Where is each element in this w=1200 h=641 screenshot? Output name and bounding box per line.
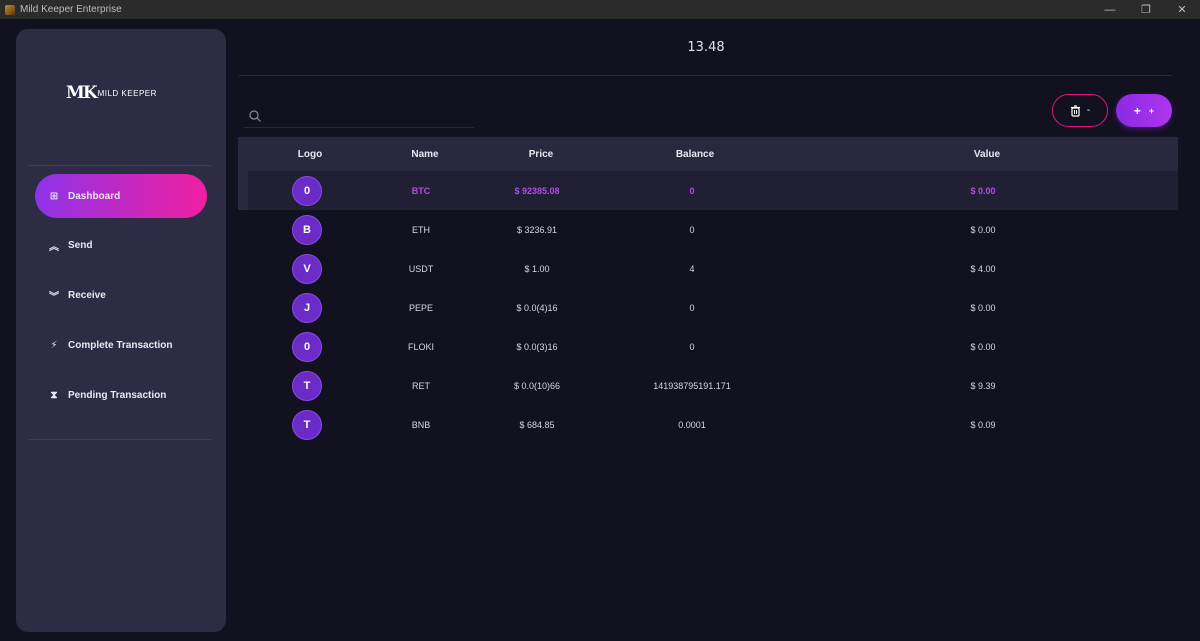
window-controls: — ❐ ✕	[1092, 0, 1200, 19]
total-balance: 13.48	[687, 40, 725, 55]
sidebar-divider	[28, 165, 211, 166]
coin-logo: 0	[292, 331, 322, 362]
header-divider	[238, 75, 1172, 76]
coin-name: FLOKI	[407, 341, 435, 352]
coin-balance: 4	[689, 263, 695, 274]
coin-value: $ 4.00	[970, 263, 996, 274]
sidebar-item-send[interactable]: ︽ Send	[35, 223, 207, 267]
column-header-logo: Logo	[297, 148, 323, 160]
delete-button[interactable]: -	[1052, 94, 1108, 127]
table-row[interactable]: T BNB $ 684.85 0.0001 $ 0.09	[238, 405, 1178, 444]
sidebar-item-dashboard[interactable]: ⊞ Dashboard	[35, 174, 207, 218]
add-button-label: +	[1148, 105, 1155, 116]
coin-value: $ 0.00	[970, 185, 996, 196]
sidebar-item-label: Pending Transaction	[68, 389, 167, 401]
table-header: Logo Name Price Balance Value	[238, 137, 1178, 171]
table-row[interactable]: 0 BTC $ 92385.08 0 $ 0.00	[238, 171, 1178, 210]
sidebar-item-receive[interactable]: ︾ Receive	[35, 273, 207, 317]
table-row[interactable]: T RET $ 0.0(10)66 141938795191.171 $ 9.3…	[238, 366, 1178, 405]
coin-logo: V	[292, 253, 322, 284]
brand-logo: MK MILD KEEPER	[66, 83, 157, 103]
coin-name: BTC	[411, 185, 431, 196]
table-row[interactable]: B ETH $ 3236.91 0 $ 0.00	[238, 210, 1178, 249]
sidebar-item-label: Dashboard	[68, 190, 121, 202]
coin-value: $ 9.39	[970, 380, 996, 391]
coin-price: $ 0.0(10)66	[513, 380, 561, 391]
logo-text: MILD KEEPER	[97, 88, 157, 98]
coin-name: USDT	[408, 263, 434, 274]
coin-balance: 0	[689, 302, 695, 313]
sidebar-item-complete-transaction[interactable]: ⚡ Complete Transaction	[35, 323, 207, 367]
coin-value: $ 0.00	[970, 341, 996, 352]
coin-balance: 0	[689, 341, 695, 352]
logo-mark: MK	[66, 83, 98, 103]
coin-price: $ 0.0(4)16	[516, 302, 558, 313]
double-chevron-down-icon: ︾	[49, 291, 59, 303]
assets-table: Logo Name Price Balance Value 0 BTC $ 92…	[238, 137, 1178, 444]
sidebar-divider	[28, 439, 211, 440]
coin-logo: 0	[292, 175, 322, 206]
sidebar-item-label: Send	[68, 239, 93, 251]
column-header-balance: Balance	[675, 148, 715, 160]
search-bar	[244, 104, 474, 128]
coin-value: $ 0.00	[970, 224, 996, 235]
coin-logo: B	[292, 214, 322, 245]
search-input[interactable]	[268, 109, 468, 122]
table-row[interactable]: 0 FLOKI $ 0.0(3)16 0 $ 0.00	[238, 327, 1178, 366]
plus-icon: +	[1133, 103, 1141, 118]
coin-balance: 0	[689, 185, 695, 196]
coin-name: PEPE	[408, 302, 434, 313]
app-icon	[5, 4, 15, 15]
window-title: Mild Keeper Enterprise	[20, 4, 122, 15]
coin-price: $ 0.0(3)16	[516, 341, 558, 352]
coin-price: $ 684.85	[519, 419, 555, 430]
coin-price: $ 3236.91	[516, 224, 558, 235]
column-header-value: Value	[973, 148, 1001, 160]
coin-price: $ 92385.08	[514, 185, 560, 196]
minimize-icon[interactable]: —	[1092, 0, 1128, 19]
coin-balance: 0.0001	[678, 419, 706, 430]
hourglass-icon: ⧗	[50, 389, 58, 401]
sidebar-item-label: Receive	[68, 289, 106, 301]
close-icon[interactable]: ✕	[1164, 0, 1200, 19]
dashboard-grid-icon: ⊞	[49, 190, 59, 202]
double-chevron-up-icon: ︽	[49, 241, 59, 253]
sidebar-item-label: Complete Transaction	[68, 339, 173, 351]
column-header-name: Name	[411, 148, 439, 160]
window-titlebar: Mild Keeper Enterprise — ❐ ✕	[0, 0, 1200, 19]
coin-value: $ 0.09	[970, 419, 996, 430]
coin-name: ETH	[412, 224, 430, 235]
trash-icon	[1070, 104, 1080, 117]
coin-logo: T	[292, 370, 322, 401]
coin-value: $ 0.00	[970, 302, 996, 313]
delete-button-label: -	[1086, 105, 1091, 116]
coin-logo: J	[292, 292, 322, 323]
coin-logo: T	[292, 409, 322, 440]
coin-price: $ 1.00	[524, 263, 550, 274]
search-icon	[249, 109, 261, 122]
sidebar: MK MILD KEEPER ⊞ Dashboard ︽ Send ︾ Rece…	[16, 29, 226, 632]
column-header-price: Price	[528, 148, 554, 160]
lightning-icon: ⚡	[50, 339, 58, 351]
coin-name: RET	[412, 380, 430, 391]
add-button[interactable]: + +	[1116, 94, 1172, 127]
sidebar-item-pending-transaction[interactable]: ⧗ Pending Transaction	[35, 373, 207, 417]
table-row[interactable]: J PEPE $ 0.0(4)16 0 $ 0.00	[238, 288, 1178, 327]
coin-name: BNB	[411, 419, 431, 430]
table-row[interactable]: V USDT $ 1.00 4 $ 4.00	[238, 249, 1178, 288]
restore-icon[interactable]: ❐	[1128, 0, 1164, 19]
coin-balance: 0	[689, 224, 695, 235]
coin-balance: 141938795191.171	[653, 380, 731, 391]
